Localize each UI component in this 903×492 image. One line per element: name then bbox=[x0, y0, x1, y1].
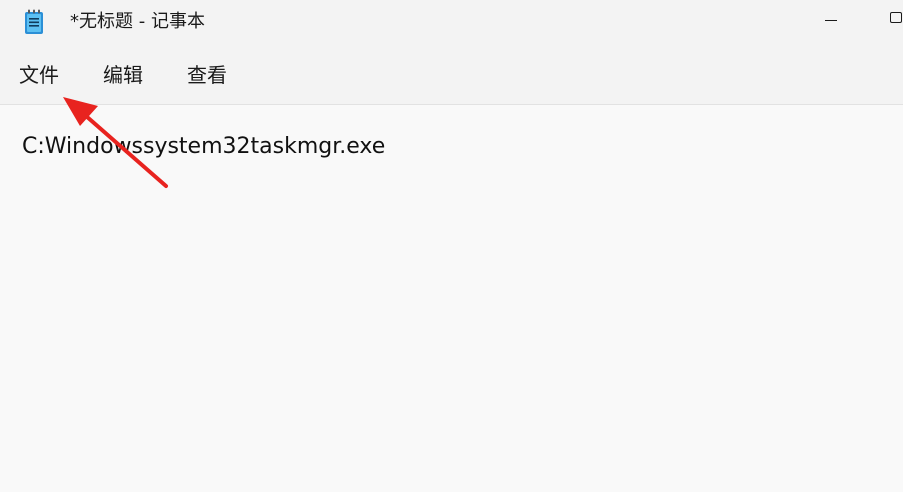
menu-edit[interactable]: 编辑 bbox=[103, 63, 143, 87]
notepad-window: *无标题 - 记事本 文件 编辑 查看 C:Windowssystem32tas… bbox=[0, 0, 903, 492]
title-bar[interactable]: *无标题 - 记事本 bbox=[0, 0, 903, 46]
minimize-button[interactable] bbox=[806, 0, 852, 40]
maximize-button[interactable] bbox=[868, 0, 903, 40]
menu-file[interactable]: 文件 bbox=[19, 63, 59, 87]
editor-content[interactable]: C:Windowssystem32taskmgr.exe bbox=[22, 133, 385, 161]
minimize-icon bbox=[825, 20, 837, 21]
window-title: *无标题 - 记事本 bbox=[70, 11, 205, 32]
menu-view[interactable]: 查看 bbox=[187, 63, 227, 87]
text-editor[interactable]: C:Windowssystem32taskmgr.exe bbox=[0, 105, 903, 492]
menu-bar: 文件 编辑 查看 bbox=[0, 46, 903, 105]
notepad-icon bbox=[25, 9, 43, 34]
maximize-icon bbox=[890, 12, 902, 23]
